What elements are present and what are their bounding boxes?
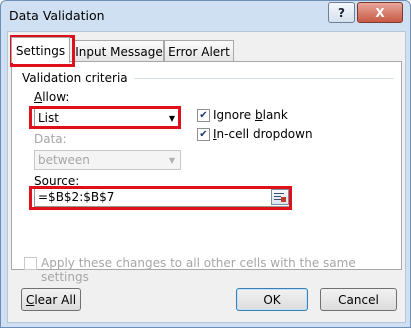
settings-panel: Validation criteria Allow: List ▼ ✔ Igno… [11, 61, 402, 270]
chevron-down-icon: ▼ [168, 113, 176, 123]
cancel-button[interactable]: Cancel [320, 288, 397, 311]
tab-error-alert[interactable]: Error Alert [164, 40, 234, 62]
dialog-body: Settings Input Message Error Alert Valid… [7, 31, 406, 323]
ignore-blank-label-rest: lank [262, 108, 288, 122]
ignore-blank-label-pre: Ignore [213, 108, 255, 122]
data-label-rest: ata: [43, 132, 67, 146]
allow-select-value: List [38, 111, 59, 125]
tab-settings[interactable]: Settings [11, 37, 70, 63]
source-input[interactable]: =$B$2:$B$7 [34, 187, 292, 207]
tab-input-message-label: Input Message [75, 44, 163, 59]
clear-all-label-rest: lear All [34, 292, 77, 307]
ignore-blank-accesskey: b [254, 108, 263, 122]
data-select-value: between [38, 153, 90, 167]
ignore-blank-label: Ignore blank [213, 108, 288, 122]
help-button[interactable]: ? [328, 2, 355, 23]
validation-criteria-label: Validation criteria [22, 71, 128, 85]
dialog-title: Data Validation [9, 8, 105, 23]
allow-select[interactable]: List ▼ [34, 108, 181, 128]
source-label: Source: [34, 174, 79, 188]
group-divider [134, 78, 394, 79]
allow-label-accesskey: A [34, 90, 43, 104]
incell-dropdown-label-rest: n-cell dropdown [216, 127, 313, 141]
clear-all-accesskey: C [25, 292, 35, 307]
chevron-down-icon: ▼ [168, 155, 176, 165]
ok-button[interactable]: OK [236, 288, 308, 311]
dialog-window: Data Validation ? X Settings Input Messa… [0, 0, 411, 328]
collapse-dialog-icon[interactable] [271, 189, 289, 205]
incell-dropdown-checkbox[interactable]: ✔ [197, 128, 210, 141]
source-input-value: =$B$2:$B$7 [38, 190, 115, 204]
collapse-icon-arrow [281, 197, 286, 202]
close-button[interactable]: X [357, 2, 403, 23]
source-label-rest: ource: [41, 174, 80, 188]
tab-error-alert-label: Error Alert [168, 44, 230, 59]
ignore-blank-checkbox[interactable]: ✔ [197, 109, 210, 122]
apply-all-checkbox [24, 257, 37, 270]
allow-label-rest: llow: [42, 90, 70, 104]
data-label: Data: [34, 132, 67, 146]
allow-label: Allow: [34, 90, 69, 104]
tab-input-message[interactable]: Input Message [74, 40, 164, 62]
source-label-accesskey: S [34, 174, 42, 188]
collapse-icon-line [274, 196, 281, 197]
tab-settings-label: Settings [15, 43, 66, 58]
data-select: between ▼ [34, 150, 181, 170]
apply-all-label: Apply these changes to all other cells w… [41, 256, 356, 284]
data-label-pre: D [34, 132, 44, 146]
clear-all-button[interactable]: Clear All [21, 288, 81, 311]
incell-dropdown-label: In-cell dropdown [213, 127, 313, 141]
title-bar[interactable]: Data Validation ? X [1, 1, 410, 31]
collapse-icon-line [274, 193, 284, 194]
